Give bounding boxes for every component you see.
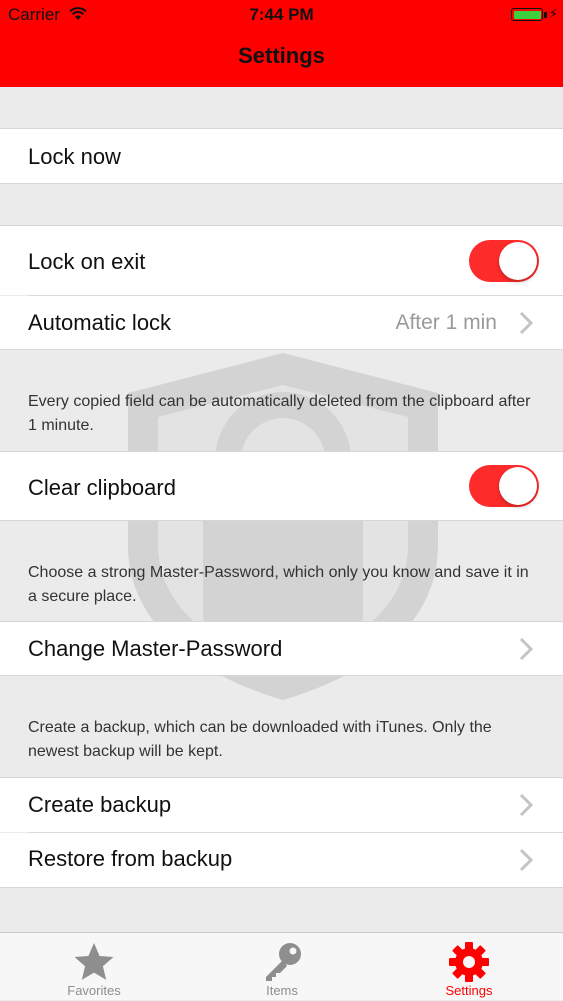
- chevron-right-icon: [519, 637, 533, 661]
- tab-items[interactable]: Items: [188, 933, 376, 1001]
- automatic-lock-value: After 1 min: [395, 311, 497, 334]
- chevron-right-icon: [519, 793, 533, 817]
- battery-icon: [511, 8, 543, 21]
- clear-clipboard-row: Clear clipboard: [0, 451, 563, 521]
- lock-now-label: Lock now: [28, 144, 121, 169]
- password-note: Choose a strong Master-Password, which o…: [28, 564, 529, 605]
- change-master-password-row[interactable]: Change Master-Password: [0, 621, 563, 676]
- row-separator: [28, 832, 563, 833]
- chevron-right-icon: [519, 311, 533, 335]
- star-icon: [74, 943, 114, 980]
- page-title: Settings: [238, 43, 325, 68]
- clipboard-note: Every copied field can be automatically …: [28, 393, 531, 434]
- create-backup-label: Create backup: [28, 792, 172, 817]
- battery-tip: [544, 12, 547, 18]
- automatic-lock-row[interactable]: Automatic lock After 1 min: [0, 296, 563, 350]
- lock-on-exit-label: Lock on exit: [28, 249, 146, 274]
- tab-label: Settings: [445, 983, 493, 998]
- toggle-knob: [499, 467, 537, 505]
- lock-now-row[interactable]: Lock now: [0, 128, 563, 184]
- change-master-password-label: Change Master-Password: [28, 636, 283, 661]
- tab-bar: Favorites Items Settings: [0, 932, 563, 1000]
- lock-on-exit-toggle[interactable]: [469, 240, 539, 282]
- restore-backup-row[interactable]: Restore from backup: [0, 833, 563, 888]
- create-backup-row[interactable]: Create backup: [0, 777, 563, 832]
- clear-clipboard-label: Clear clipboard: [28, 475, 176, 500]
- backup-note: Create a backup, which can be downloaded…: [28, 719, 492, 760]
- automatic-lock-label: Automatic lock: [28, 310, 172, 335]
- clear-clipboard-toggle[interactable]: [469, 465, 539, 507]
- charging-icon: ⚡: [548, 6, 558, 21]
- restore-backup-label: Restore from backup: [28, 846, 233, 871]
- navigation-header: Carrier 7:44 PM ⚡ Settings: [0, 0, 563, 87]
- tab-favorites[interactable]: Favorites: [0, 933, 188, 1001]
- tab-label: Items: [266, 983, 298, 998]
- lock-on-exit-row: Lock on exit: [0, 225, 563, 295]
- tab-settings[interactable]: Settings: [375, 933, 563, 1001]
- chevron-right-icon: [519, 848, 533, 872]
- status-bar: Carrier 7:44 PM ⚡: [0, 0, 563, 30]
- gear-icon: [449, 942, 489, 982]
- status-time: 7:44 PM: [249, 5, 314, 24]
- row-separator: [28, 295, 563, 296]
- key-icon: [266, 943, 301, 981]
- toggle-knob: [499, 242, 537, 280]
- tab-label: Favorites: [67, 983, 121, 998]
